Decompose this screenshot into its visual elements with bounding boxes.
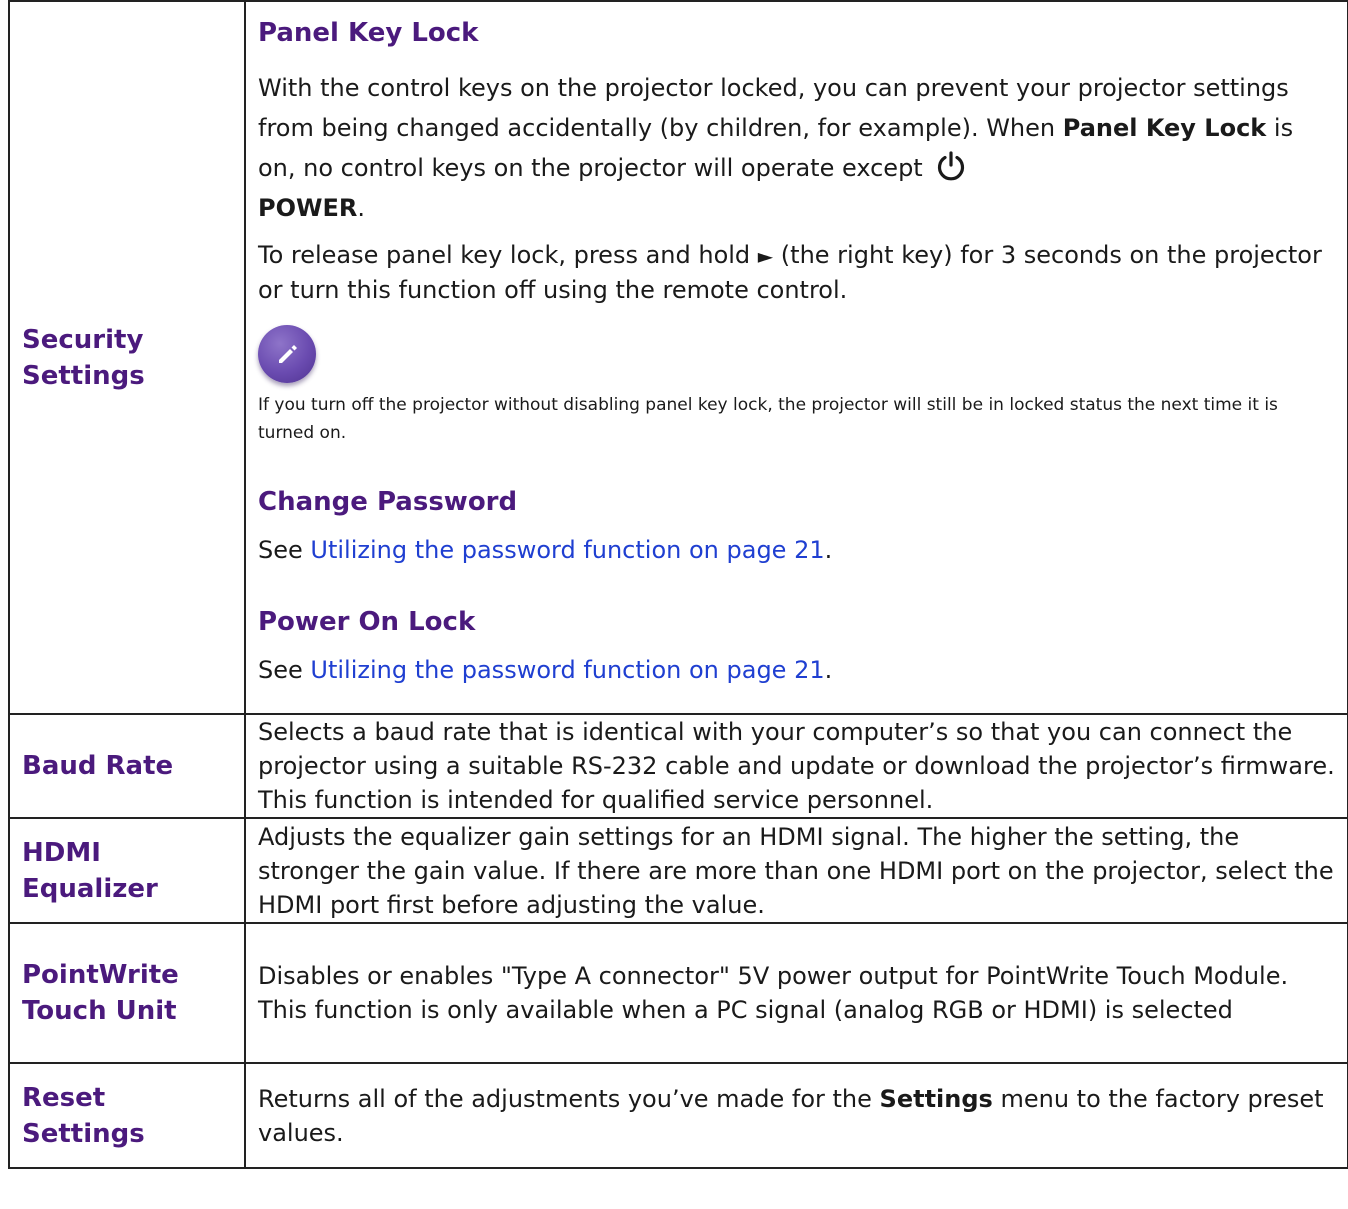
table-row-pointwrite-touch-unit: PointWrite Touch Unit Disables or enable… bbox=[8, 922, 1348, 1064]
bold-term: Panel Key Lock bbox=[1062, 114, 1267, 142]
row-label-security-settings: Security Settings bbox=[8, 0, 246, 715]
text-span: See bbox=[258, 536, 311, 564]
label-line: Security bbox=[22, 324, 144, 355]
table-row-baud-rate: Baud Rate Selects a baud rate that is id… bbox=[8, 713, 1348, 819]
row-label-reset-settings: Reset Settings bbox=[8, 1062, 246, 1169]
change-password-heading: Change Password bbox=[258, 487, 518, 517]
panel-key-lock-release-paragraph: To release panel key lock, press and hol… bbox=[258, 238, 1335, 307]
row-desc-security-settings: Panel Key Lock With the control keys on … bbox=[244, 0, 1348, 715]
label-line: HDMI bbox=[22, 837, 101, 868]
row-label-pointwrite-touch-unit: PointWrite Touch Unit bbox=[8, 922, 246, 1064]
label-line: Settings bbox=[22, 360, 145, 391]
power-icon bbox=[936, 151, 966, 181]
power-on-lock-heading: Power On Lock bbox=[258, 607, 476, 637]
text-span: To release panel key lock, press and hol… bbox=[258, 241, 758, 269]
label-line: Touch Unit bbox=[22, 996, 177, 1026]
bold-term: POWER bbox=[258, 194, 358, 222]
panel-key-lock-paragraph: With the control keys on the projector l… bbox=[258, 68, 1335, 228]
pencil-note-icon bbox=[258, 325, 316, 383]
password-function-link[interactable]: Utilizing the password function on page … bbox=[310, 656, 824, 684]
table-row-hdmi-equalizer: HDMI Equalizer Adjusts the equalizer gai… bbox=[8, 817, 1348, 924]
table-row-security-settings: Security Settings Panel Key Lock With th… bbox=[8, 0, 1348, 715]
row-desc-reset-settings: Returns all of the adjustments you’ve ma… bbox=[244, 1062, 1348, 1169]
text-span: . bbox=[824, 536, 833, 564]
settings-table: Security Settings Panel Key Lock With th… bbox=[8, 0, 1348, 1169]
change-password-paragraph: See Utilizing the password function on p… bbox=[258, 533, 1335, 567]
row-label-hdmi-equalizer: HDMI Equalizer bbox=[8, 817, 246, 924]
table-row-reset-settings: Reset Settings Returns all of the adjust… bbox=[8, 1062, 1348, 1169]
text-span: Returns all of the adjustments you’ve ma… bbox=[258, 1084, 880, 1113]
row-desc-hdmi-equalizer: Adjusts the equalizer gain settings for … bbox=[244, 817, 1348, 924]
text-span: . bbox=[357, 194, 365, 222]
row-desc-baud-rate: Selects a baud rate that is identical wi… bbox=[244, 713, 1348, 819]
password-function-link[interactable]: Utilizing the password function on page … bbox=[310, 536, 824, 564]
power-on-lock-paragraph: See Utilizing the password function on p… bbox=[258, 653, 1335, 687]
right-arrow-icon: ► bbox=[757, 244, 774, 268]
label-line: Equalizer bbox=[22, 873, 158, 904]
bold-term: Settings bbox=[879, 1084, 993, 1113]
label-line: PointWrite bbox=[22, 960, 179, 990]
row-label-baud-rate: Baud Rate bbox=[8, 713, 246, 819]
panel-key-lock-heading: Panel Key Lock bbox=[258, 18, 479, 48]
note-text: If you turn off the projector without di… bbox=[258, 395, 1278, 443]
text-span: . bbox=[824, 656, 833, 684]
text-span: See bbox=[258, 656, 311, 684]
row-desc-pointwrite-touch-unit: Disables or enables "Type A connector" 5… bbox=[244, 922, 1348, 1064]
